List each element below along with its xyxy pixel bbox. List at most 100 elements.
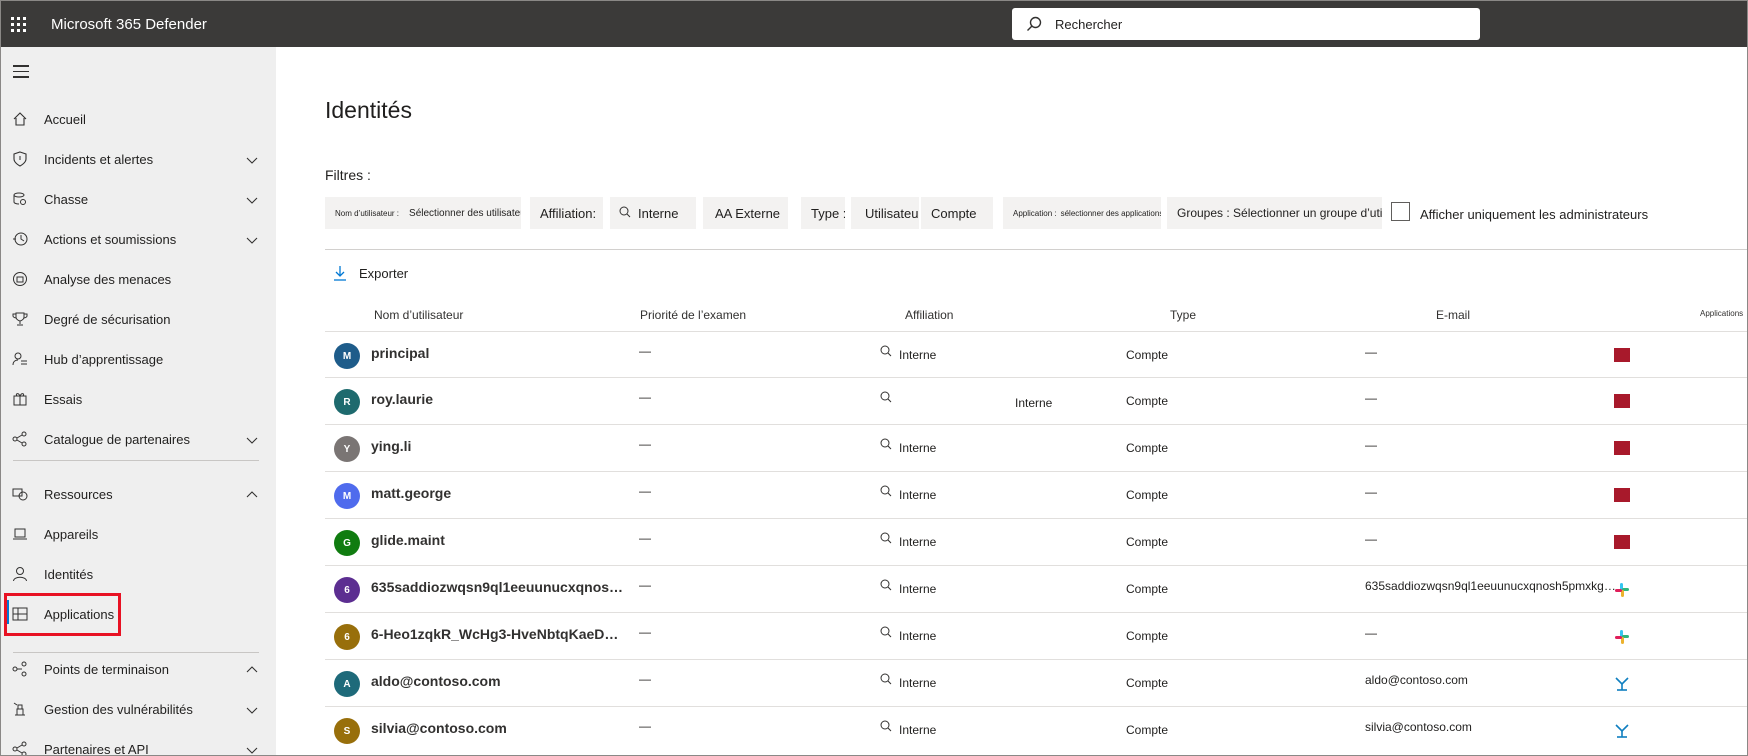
main-content: Identités Filtres : Nom d’utilisateur : …: [276, 47, 1747, 755]
sidebar-item-10[interactable]: Ressources: [1, 474, 276, 514]
chevron-up-icon[interactable]: [246, 488, 258, 500]
sidebar-item-14[interactable]: Points de terminaison: [1, 649, 276, 689]
username-cell[interactable]: aldo@contoso.com: [371, 673, 501, 689]
sidebar-item-2[interactable]: Incidents et alertes: [1, 139, 276, 179]
identity-icon: [879, 438, 893, 457]
chevron-down-icon[interactable]: [246, 233, 258, 245]
chevron-down-icon[interactable]: [246, 433, 258, 445]
sidebar-item-label: Points de terminaison: [44, 661, 170, 677]
servicenow-icon: [1614, 348, 1630, 362]
email-cell: —: [1365, 391, 1377, 405]
shield-icon: [11, 150, 29, 168]
username-cell[interactable]: glide.maint: [371, 532, 445, 548]
type-cell: Compte: [1126, 348, 1169, 362]
sidebar-item-1[interactable]: Accueil: [1, 99, 276, 139]
sidebar-item-7[interactable]: Hub d’apprentissage: [1, 339, 276, 379]
sidebar-item-12[interactable]: Identités: [1, 554, 276, 594]
sidebar-item-4[interactable]: Actions et soumissions: [1, 219, 276, 259]
username-cell[interactable]: 635saddiozwqsn9ql1eeuunucxqnos…: [371, 579, 623, 595]
filter-application-value: sélectionner des applications: [1060, 208, 1161, 218]
table-row[interactable]: Ssilvia@contoso.com — Interne Compte silvia@…: [325, 706, 1747, 753]
chevron-up-icon[interactable]: [246, 663, 258, 675]
filter-type-user[interactable]: Utilisateur: [851, 197, 919, 229]
page-title: Identités: [325, 97, 412, 123]
app-launcher-icon[interactable]: [1, 1, 35, 47]
download-icon: [334, 266, 346, 281]
search-input[interactable]: Rechercher: [1012, 8, 1480, 40]
table-row[interactable]: Aaldo@contoso.com — Interne Compte aldo@cont…: [325, 659, 1747, 706]
type-cell: Compte: [1126, 441, 1169, 455]
type-cell: Compte: [1126, 582, 1169, 596]
table-row[interactable]: 6 6-Heo1zqkR_WcHg3-HveNbtqKaeD… — Interne Co…: [325, 612, 1747, 659]
admins-only-checkbox[interactable]: [1391, 202, 1410, 221]
affiliation-cell: Interne: [899, 582, 937, 596]
avatar: M: [334, 483, 360, 509]
identity-icon: [879, 626, 893, 645]
avatar: M: [334, 343, 360, 369]
filter-username-value: Sélectionner des utilisateurs: [409, 207, 521, 219]
sidebar-item-6[interactable]: Degré de sécurisation: [1, 299, 276, 339]
sidebar-item-15[interactable]: Gestion des vulnérabilités: [1, 689, 276, 729]
type-cell: Compte: [1126, 535, 1169, 549]
filter-affiliation-label-chip: Affiliation:: [530, 197, 603, 229]
priority-cell: —: [639, 719, 651, 733]
username-cell[interactable]: silvia@contoso.com: [371, 720, 507, 736]
table-row[interactable]: Rroy.laurie — Interne Compte —: [325, 377, 1747, 424]
column-header-applications[interactable]: Applications: [1700, 309, 1743, 318]
filter-affiliation-internal[interactable]: Interne: [610, 197, 696, 229]
username-cell[interactable]: principal: [371, 345, 429, 361]
column-header-email[interactable]: E-mail: [1436, 308, 1470, 322]
avatar: G: [334, 530, 360, 556]
chevron-down-icon[interactable]: [246, 743, 258, 755]
sidebar-item-11[interactable]: Appareils: [1, 514, 276, 554]
app-window: Microsoft 365 Defender Rechercher Accuei…: [0, 0, 1748, 756]
learning-icon: [11, 350, 29, 368]
table-row[interactable]: Mmatt.george — Interne Compte —: [325, 471, 1747, 518]
priority-cell: —: [639, 344, 651, 358]
filter-application[interactable]: Application : sélectionner des applicati…: [1003, 197, 1161, 229]
filter-affiliation-external[interactable]: AA Externe: [703, 197, 788, 229]
sidebar-item-5[interactable]: Analyse des menaces: [1, 259, 276, 299]
filter-affiliation-label: Affiliation:: [540, 205, 597, 221]
filter-username[interactable]: Nom d’utilisateur : Sélectionner des uti…: [325, 197, 521, 229]
type-cell: Compte: [1126, 488, 1169, 502]
affiliation-cell: Interne: [899, 629, 937, 643]
username-cell[interactable]: roy.laurie: [371, 391, 433, 407]
avatar: 6: [334, 577, 360, 603]
affiliation-cell: Interne: [899, 723, 937, 737]
table-row[interactable]: Yying.li — Interne Compte —: [325, 424, 1747, 471]
username-cell[interactable]: 6-Heo1zqkR_WcHg3-HveNbtqKaeD…: [371, 626, 618, 642]
partners-icon: [11, 430, 29, 448]
trophy-icon: [11, 310, 29, 328]
export-button[interactable]: Exporter: [333, 265, 408, 281]
chevron-down-icon[interactable]: [246, 153, 258, 165]
hamburger-icon[interactable]: [13, 65, 29, 82]
filter-groups[interactable]: Groupes : Sélectionner un groupe d’utili…: [1167, 197, 1382, 229]
affiliation-cell: Interne: [899, 676, 937, 690]
username-cell[interactable]: ying.li: [371, 438, 411, 454]
sidebar-item-3[interactable]: Chasse: [1, 179, 276, 219]
sidebar-divider: [13, 460, 259, 461]
sidebar-item-9[interactable]: Catalogue de partenaires: [1, 419, 276, 459]
column-header-type[interactable]: Type: [1170, 308, 1196, 322]
sidebar-item-label: Partenaires et API: [44, 741, 149, 756]
sidebar-item-16[interactable]: Partenaires et API: [1, 729, 276, 756]
priority-cell: —: [639, 625, 651, 639]
endpoints-icon: [11, 660, 29, 678]
username-cell[interactable]: matt.george: [371, 485, 451, 501]
column-header-affiliation[interactable]: Affiliation: [905, 308, 953, 322]
table-row[interactable]: Mprincipal — Interne Compte —: [325, 331, 1747, 378]
filter-affiliation-internal-label: Interne: [638, 205, 679, 221]
sidebar-item-label: Gestion des vulnérabilités: [44, 701, 193, 717]
filter-type-account[interactable]: Compte: [921, 197, 993, 229]
table-row[interactable]: 6 635saddiozwqsn9ql1eeuunucxqnos… — Interne…: [325, 565, 1747, 612]
sidebar-item-8[interactable]: Essais: [1, 379, 276, 419]
app-title[interactable]: Microsoft 365 Defender: [51, 16, 207, 33]
column-header-priority[interactable]: Priorité de l’examen: [640, 308, 746, 322]
table-row[interactable]: Gglide.maint — Interne Compte —: [325, 518, 1747, 565]
column-header-username[interactable]: Nom d’utilisateur: [374, 308, 463, 322]
chevron-down-icon[interactable]: [246, 193, 258, 205]
chevron-down-icon[interactable]: [246, 703, 258, 715]
identity-icon: [879, 391, 893, 410]
filter-type-account-label: Compte: [931, 205, 977, 221]
